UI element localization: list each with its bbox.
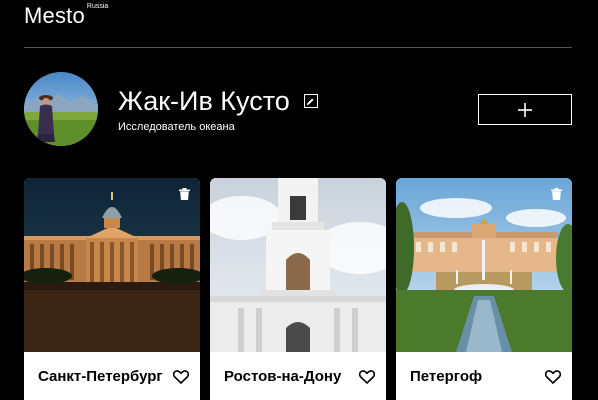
avatar-image <box>24 72 98 146</box>
avatar[interactable] <box>24 72 98 146</box>
card: Ростов-на-Дону <box>210 178 386 400</box>
card-footer: Ростов-на-Дону <box>210 352 386 400</box>
card-image[interactable] <box>210 178 386 352</box>
like-button[interactable] <box>359 370 375 384</box>
card-photo-kazan-cathedral <box>24 178 200 352</box>
card: Санкт-Петербург <box>24 178 200 400</box>
page: Mesto Russia Жак-Ив Кусто Исследователь … <box>0 0 598 400</box>
header: Mesto Russia <box>0 0 598 48</box>
profile-name: Жак-Ив Кусто <box>118 86 290 116</box>
card-footer: Петергоф <box>396 352 572 400</box>
card-photo-bell-tower <box>210 178 386 352</box>
heart-icon <box>545 370 561 384</box>
profile-about: Исследователь океана <box>118 121 235 133</box>
card-photo-peterhof <box>396 178 572 352</box>
logo: Mesto Russia <box>24 3 108 29</box>
logo-superscript: Russia <box>86 3 109 10</box>
header-divider <box>24 47 572 48</box>
heart-icon <box>359 370 375 384</box>
card-image[interactable] <box>24 178 200 352</box>
edit-profile-button[interactable] <box>303 94 318 108</box>
profile: Жак-Ив Кусто Исследователь океана <box>24 72 572 146</box>
delete-card-button[interactable] <box>551 188 562 200</box>
plus-icon <box>518 102 532 117</box>
trash-icon <box>551 188 562 200</box>
card-title: Петергоф <box>410 368 483 385</box>
add-card-button[interactable] <box>478 94 572 125</box>
logo-text: Mesto <box>24 3 85 28</box>
card: Петергоф <box>396 178 572 400</box>
heart-icon <box>173 370 189 384</box>
like-button[interactable] <box>545 370 561 384</box>
pencil-icon <box>307 97 314 105</box>
profile-name-row: Жак-Ив Кусто <box>118 85 318 117</box>
trash-icon <box>179 188 190 200</box>
card-title: Санкт-Петербург <box>38 368 163 385</box>
like-button[interactable] <box>173 370 189 384</box>
card-title: Ростов-на-Дону <box>224 368 342 385</box>
delete-card-button[interactable] <box>179 188 190 200</box>
card-footer: Санкт-Петербург <box>24 352 200 400</box>
card-image[interactable] <box>396 178 572 352</box>
